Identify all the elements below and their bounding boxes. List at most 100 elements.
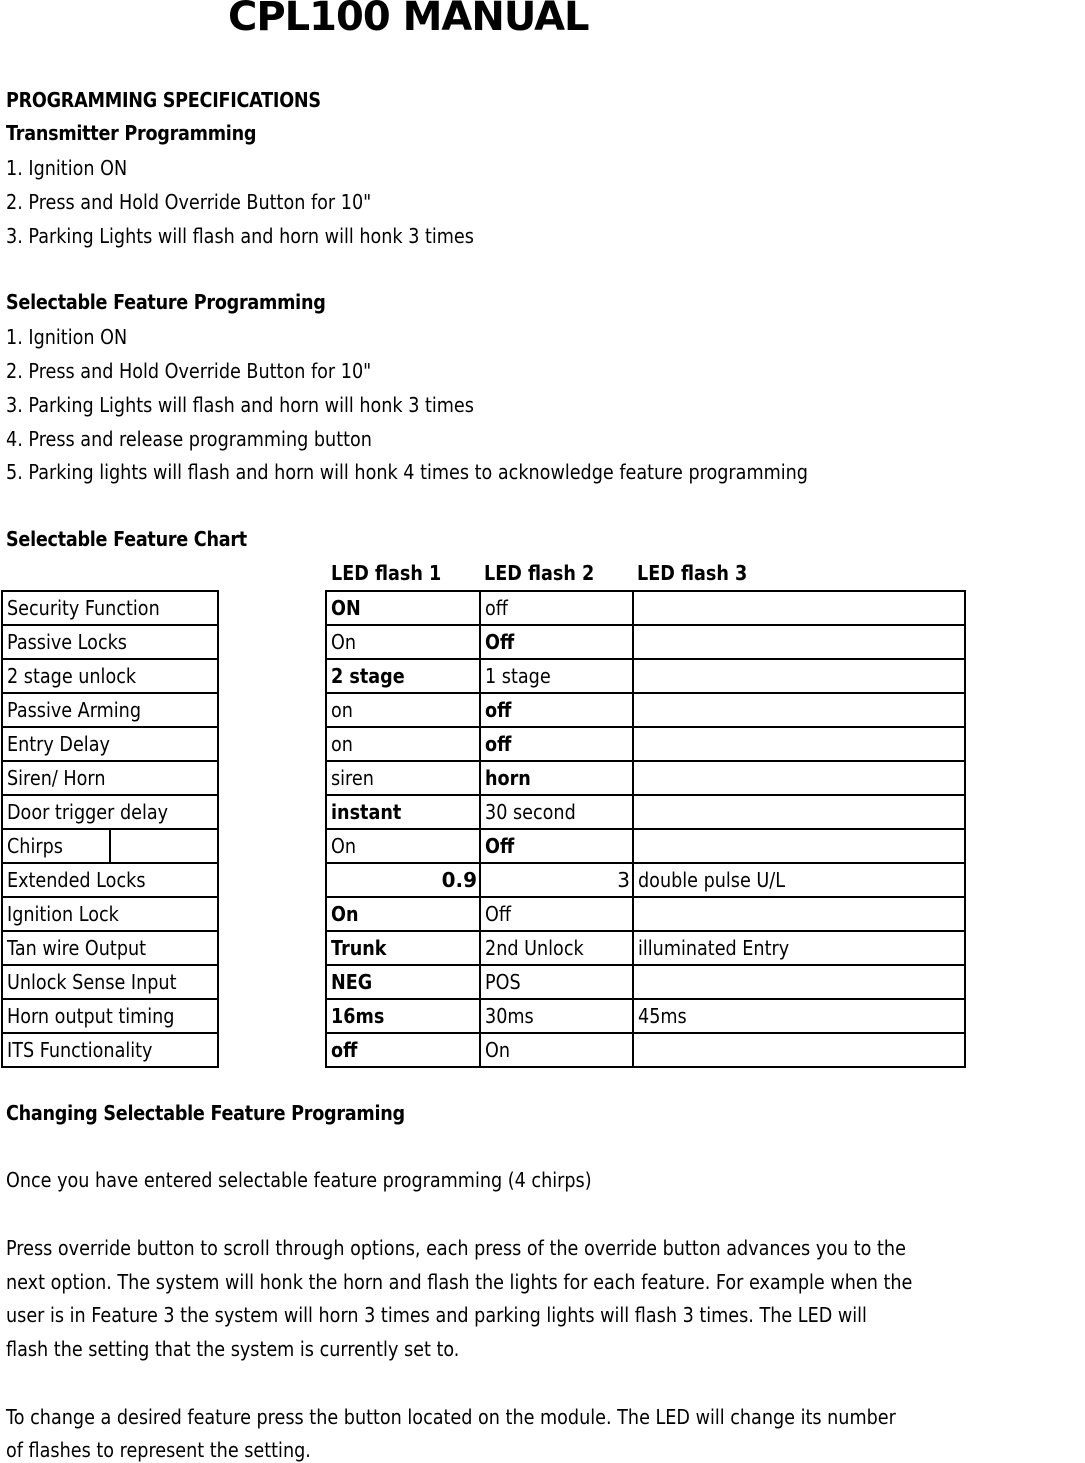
- feature-name-cell: Siren/ Horn: [1, 760, 219, 796]
- changing-heading: Changing Selectable Feature Programing: [6, 1101, 405, 1125]
- empty-cell: [109, 828, 219, 864]
- column-header-led-flash-2: LED flash 2: [484, 561, 595, 585]
- feature-name-cell: ITS Functionality: [1, 1032, 219, 1068]
- feature-name-cell: 2 stage unlock: [1, 658, 219, 694]
- led-flash-3-cell: [632, 692, 966, 728]
- led-flash-1-cell: on: [325, 726, 481, 762]
- transmitter-step: 3. Parking Lights will flash and horn wi…: [6, 224, 474, 248]
- settings-row: On Off: [325, 624, 966, 660]
- changing-paragraph-2-line: next option. The system will honk the ho…: [6, 1270, 913, 1294]
- column-header-led-flash-3: LED flash 3: [637, 561, 748, 585]
- led-flash-3-cell: [632, 794, 966, 830]
- settings-row: 2 stage 1 stage: [325, 658, 966, 694]
- selectable-step: 3. Parking Lights will flash and horn wi…: [6, 393, 474, 417]
- feature-row: Extended Locks: [1, 862, 219, 898]
- led-flash-3-cell: [632, 590, 966, 626]
- led-flash-1-cell: 2 stage: [325, 658, 481, 694]
- led-flash-2-cell: POS: [479, 964, 634, 1000]
- settings-row: siren horn: [325, 760, 966, 796]
- feature-row: 2 stage unlock: [1, 658, 219, 694]
- led-flash-1-cell: ON: [325, 590, 481, 626]
- selectable-step: 4. Press and release programming button: [6, 427, 372, 451]
- led-flash-2-cell: off: [479, 692, 634, 728]
- feature-row: Horn output timing: [1, 998, 219, 1034]
- settings-row: 16ms 30ms 45ms: [325, 998, 966, 1034]
- led-flash-2-cell: 1 stage: [479, 658, 634, 694]
- feature-row: Ignition Lock: [1, 896, 219, 932]
- led-flash-3-cell: [632, 1032, 966, 1068]
- settings-row: off On: [325, 1032, 966, 1068]
- changing-paragraph-3-line: of flashes to represent the setting.: [6, 1438, 311, 1462]
- led-flash-2-cell: 3: [479, 862, 634, 898]
- led-flash-1-cell: On: [325, 896, 481, 932]
- section-heading: PROGRAMMING SPECIFICATIONS: [6, 88, 321, 112]
- settings-row: Trunk 2nd Unlock illuminated Entry: [325, 930, 966, 966]
- led-flash-2-cell: off: [479, 590, 634, 626]
- led-flash-2-cell: 30 second: [479, 794, 634, 830]
- led-flash-3-cell: [632, 760, 966, 796]
- settings-row: ON off: [325, 590, 966, 626]
- feature-settings-table: ON off On Off 2 stage 1 stage on off on off siren h…: [325, 590, 966, 1068]
- feature-name-cell: Ignition Lock: [1, 896, 219, 932]
- selectable-heading: Selectable Feature Programming: [6, 290, 326, 314]
- led-flash-3-cell: illuminated Entry: [632, 930, 966, 966]
- selectable-step: 5. Parking lights will flash and horn wi…: [6, 460, 808, 484]
- transmitter-heading: Transmitter Programming: [6, 121, 257, 145]
- feature-row: Siren/ Horn: [1, 760, 219, 796]
- feature-row: Passive Arming: [1, 692, 219, 728]
- changing-paragraph-2-line: user is in Feature 3 the system will hor…: [6, 1303, 867, 1327]
- column-header-led-flash-1: LED flash 1: [331, 561, 442, 585]
- feature-name-cell: Tan wire Output: [1, 930, 219, 966]
- led-flash-1-cell: On: [325, 624, 481, 660]
- led-flash-2-cell: Off: [479, 828, 634, 864]
- led-flash-1-cell: 0.9: [325, 862, 481, 898]
- feature-name-cell: Passive Locks: [1, 624, 219, 660]
- led-flash-1-cell: 16ms: [325, 998, 481, 1034]
- led-flash-3-cell: [632, 828, 966, 864]
- feature-name-cell: Horn output timing: [1, 998, 219, 1034]
- led-flash-1-cell: instant: [325, 794, 481, 830]
- led-flash-1-cell: on: [325, 692, 481, 728]
- transmitter-step: 1. Ignition ON: [6, 156, 128, 180]
- led-flash-1-cell: Trunk: [325, 930, 481, 966]
- led-flash-1-cell: NEG: [325, 964, 481, 1000]
- feature-name-cell: Door trigger delay: [1, 794, 219, 830]
- led-flash-3-cell: [632, 896, 966, 932]
- settings-row: on off: [325, 692, 966, 728]
- feature-name-cell: Chirps: [1, 828, 111, 864]
- changing-paragraph-3-line: To change a desired feature press the bu…: [6, 1405, 896, 1429]
- feature-name-cell: Unlock Sense Input: [1, 964, 219, 1000]
- led-flash-2-cell: 30ms: [479, 998, 634, 1034]
- led-flash-3-cell: [632, 964, 966, 1000]
- feature-name-cell: Security Function: [1, 590, 219, 626]
- transmitter-step: 2. Press and Hold Override Button for 10…: [6, 190, 372, 214]
- selectable-step: 1. Ignition ON: [6, 325, 128, 349]
- selectable-step: 2. Press and Hold Override Button for 10…: [6, 359, 372, 383]
- feature-row: Entry Delay: [1, 726, 219, 762]
- led-flash-2-cell: horn: [479, 760, 634, 796]
- led-flash-1-cell: siren: [325, 760, 481, 796]
- led-flash-3-cell: [632, 624, 966, 660]
- feature-row: ITS Functionality: [1, 1032, 219, 1068]
- led-flash-3-cell: 45ms: [632, 998, 966, 1034]
- led-flash-2-cell: 2nd Unlock: [479, 930, 634, 966]
- settings-row: instant 30 second: [325, 794, 966, 830]
- settings-row: On Off: [325, 896, 966, 932]
- feature-row: Passive Locks: [1, 624, 219, 660]
- led-flash-2-cell: On: [479, 1032, 634, 1068]
- led-flash-1-cell: off: [325, 1032, 481, 1068]
- feature-row: Chirps: [1, 828, 219, 864]
- settings-row: On Off: [325, 828, 966, 864]
- settings-row: 0.9 3 double pulse U/L: [325, 862, 966, 898]
- settings-row: NEG POS: [325, 964, 966, 1000]
- feature-name-cell: Passive Arming: [1, 692, 219, 728]
- settings-row: on off: [325, 726, 966, 762]
- led-flash-2-cell: off: [479, 726, 634, 762]
- changing-paragraph-1: Once you have entered selectable feature…: [6, 1168, 592, 1192]
- document-title: CPL100 MANUAL: [228, 0, 590, 40]
- feature-name-table: Security Function Passive Locks 2 stage un…: [1, 590, 219, 1068]
- changing-paragraph-2-line: Press override button to scroll through …: [6, 1236, 906, 1260]
- feature-name-cell: Entry Delay: [1, 726, 219, 762]
- led-flash-3-cell: [632, 658, 966, 694]
- led-flash-1-cell: On: [325, 828, 481, 864]
